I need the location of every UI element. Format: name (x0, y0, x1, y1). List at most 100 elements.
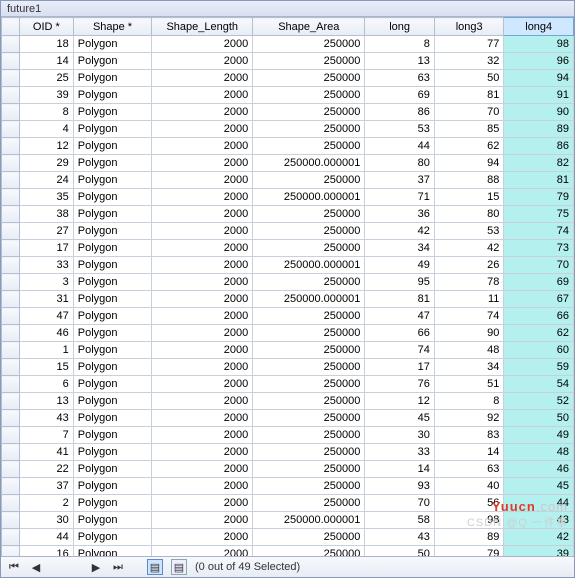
cell-long3[interactable]: 26 (434, 257, 504, 274)
cell-shape[interactable]: Polygon (73, 53, 152, 70)
cell-shape_length[interactable]: 2000 (152, 172, 253, 189)
cell-shape_area[interactable]: 250000 (253, 121, 365, 138)
cell-shape_length[interactable]: 2000 (152, 308, 253, 325)
cell-long4[interactable]: 73 (504, 240, 574, 257)
cell-shape_length[interactable]: 2000 (152, 87, 253, 104)
cell-shape[interactable]: Polygon (73, 155, 152, 172)
cell-long4[interactable]: 98 (504, 36, 574, 53)
row-selector[interactable] (2, 427, 20, 444)
cell-long3[interactable]: 80 (434, 206, 504, 223)
cell-shape[interactable]: Polygon (73, 223, 152, 240)
cell-long4[interactable]: 86 (504, 138, 574, 155)
cell-shape_length[interactable]: 2000 (152, 376, 253, 393)
cell-shape_length[interactable]: 2000 (152, 155, 253, 172)
table-row[interactable]: 17Polygon2000250000344273 (2, 240, 574, 257)
cell-long[interactable]: 86 (365, 104, 435, 121)
column-header-oid[interactable]: OID * (19, 18, 73, 36)
row-selector[interactable] (2, 223, 20, 240)
column-header-long3[interactable]: long3 (434, 18, 504, 36)
cell-long[interactable]: 8 (365, 36, 435, 53)
cell-long3[interactable]: 83 (434, 427, 504, 444)
table-row[interactable]: 47Polygon2000250000477466 (2, 308, 574, 325)
cell-shape_length[interactable]: 2000 (152, 546, 253, 557)
cell-shape_length[interactable]: 2000 (152, 240, 253, 257)
cell-shape_area[interactable]: 250000.000001 (253, 189, 365, 206)
cell-shape_area[interactable]: 250000 (253, 529, 365, 546)
cell-shape[interactable]: Polygon (73, 138, 152, 155)
cell-shape_area[interactable]: 250000 (253, 274, 365, 291)
table-row[interactable]: 3Polygon2000250000957869 (2, 274, 574, 291)
table-row[interactable]: 27Polygon2000250000425374 (2, 223, 574, 240)
cell-shape[interactable]: Polygon (73, 257, 152, 274)
prev-record-button[interactable]: ◀ (29, 560, 43, 574)
cell-shape_area[interactable]: 250000 (253, 223, 365, 240)
cell-oid[interactable]: 25 (19, 70, 73, 87)
cell-oid[interactable]: 31 (19, 291, 73, 308)
table-row[interactable]: 43Polygon2000250000459250 (2, 410, 574, 427)
cell-long[interactable]: 80 (365, 155, 435, 172)
row-selector[interactable] (2, 529, 20, 546)
cell-shape_length[interactable]: 2000 (152, 257, 253, 274)
cell-long4[interactable]: 43 (504, 512, 574, 529)
row-selector[interactable] (2, 359, 20, 376)
table-row[interactable]: 12Polygon2000250000446286 (2, 138, 574, 155)
cell-long[interactable]: 36 (365, 206, 435, 223)
cell-shape[interactable]: Polygon (73, 274, 152, 291)
cell-shape_area[interactable]: 250000 (253, 478, 365, 495)
cell-long[interactable]: 12 (365, 393, 435, 410)
table-row[interactable]: 35Polygon2000250000.000001711579 (2, 189, 574, 206)
cell-oid[interactable]: 29 (19, 155, 73, 172)
cell-long3[interactable]: 90 (434, 325, 504, 342)
cell-long[interactable]: 74 (365, 342, 435, 359)
row-selector[interactable] (2, 104, 20, 121)
cell-long3[interactable]: 8 (434, 393, 504, 410)
cell-shape_length[interactable]: 2000 (152, 53, 253, 70)
cell-shape_area[interactable]: 250000 (253, 393, 365, 410)
row-selector[interactable] (2, 308, 20, 325)
table-row[interactable]: 25Polygon2000250000635094 (2, 70, 574, 87)
cell-shape[interactable]: Polygon (73, 512, 152, 529)
row-selector[interactable] (2, 291, 20, 308)
cell-long4[interactable]: 59 (504, 359, 574, 376)
cell-oid[interactable]: 33 (19, 257, 73, 274)
cell-long3[interactable]: 88 (434, 172, 504, 189)
cell-shape_area[interactable]: 250000 (253, 461, 365, 478)
cell-oid[interactable]: 3 (19, 274, 73, 291)
cell-oid[interactable]: 1 (19, 342, 73, 359)
show-selected-records-button[interactable]: ▤ (171, 559, 187, 575)
cell-long4[interactable]: 79 (504, 189, 574, 206)
cell-shape_length[interactable]: 2000 (152, 461, 253, 478)
table-row[interactable]: 22Polygon2000250000146346 (2, 461, 574, 478)
show-all-records-button[interactable]: ▤ (147, 559, 163, 575)
cell-shape[interactable]: Polygon (73, 172, 152, 189)
cell-shape[interactable]: Polygon (73, 308, 152, 325)
cell-shape_area[interactable]: 250000.000001 (253, 512, 365, 529)
table-row[interactable]: 6Polygon2000250000765154 (2, 376, 574, 393)
cell-long[interactable]: 81 (365, 291, 435, 308)
cell-shape_length[interactable]: 2000 (152, 359, 253, 376)
cell-oid[interactable]: 24 (19, 172, 73, 189)
cell-oid[interactable]: 43 (19, 410, 73, 427)
cell-oid[interactable]: 14 (19, 53, 73, 70)
cell-long[interactable]: 14 (365, 461, 435, 478)
cell-long4[interactable]: 89 (504, 121, 574, 138)
cell-shape[interactable]: Polygon (73, 410, 152, 427)
cell-shape_length[interactable]: 2000 (152, 121, 253, 138)
column-header-shape_length[interactable]: Shape_Length (152, 18, 253, 36)
row-selector[interactable] (2, 495, 20, 512)
row-selector[interactable] (2, 155, 20, 172)
table-row[interactable]: 41Polygon2000250000331448 (2, 444, 574, 461)
table-row[interactable]: 30Polygon2000250000.000001589843 (2, 512, 574, 529)
cell-shape_length[interactable]: 2000 (152, 189, 253, 206)
cell-shape_area[interactable]: 250000 (253, 70, 365, 87)
table-row[interactable]: 37Polygon2000250000934045 (2, 478, 574, 495)
cell-shape_area[interactable]: 250000 (253, 325, 365, 342)
cell-long3[interactable]: 51 (434, 376, 504, 393)
row-selector[interactable] (2, 257, 20, 274)
column-header-long4[interactable]: long4 (504, 18, 574, 36)
cell-long4[interactable]: 39 (504, 546, 574, 557)
cell-oid[interactable]: 17 (19, 240, 73, 257)
cell-shape[interactable]: Polygon (73, 121, 152, 138)
cell-shape[interactable]: Polygon (73, 393, 152, 410)
cell-shape[interactable]: Polygon (73, 495, 152, 512)
